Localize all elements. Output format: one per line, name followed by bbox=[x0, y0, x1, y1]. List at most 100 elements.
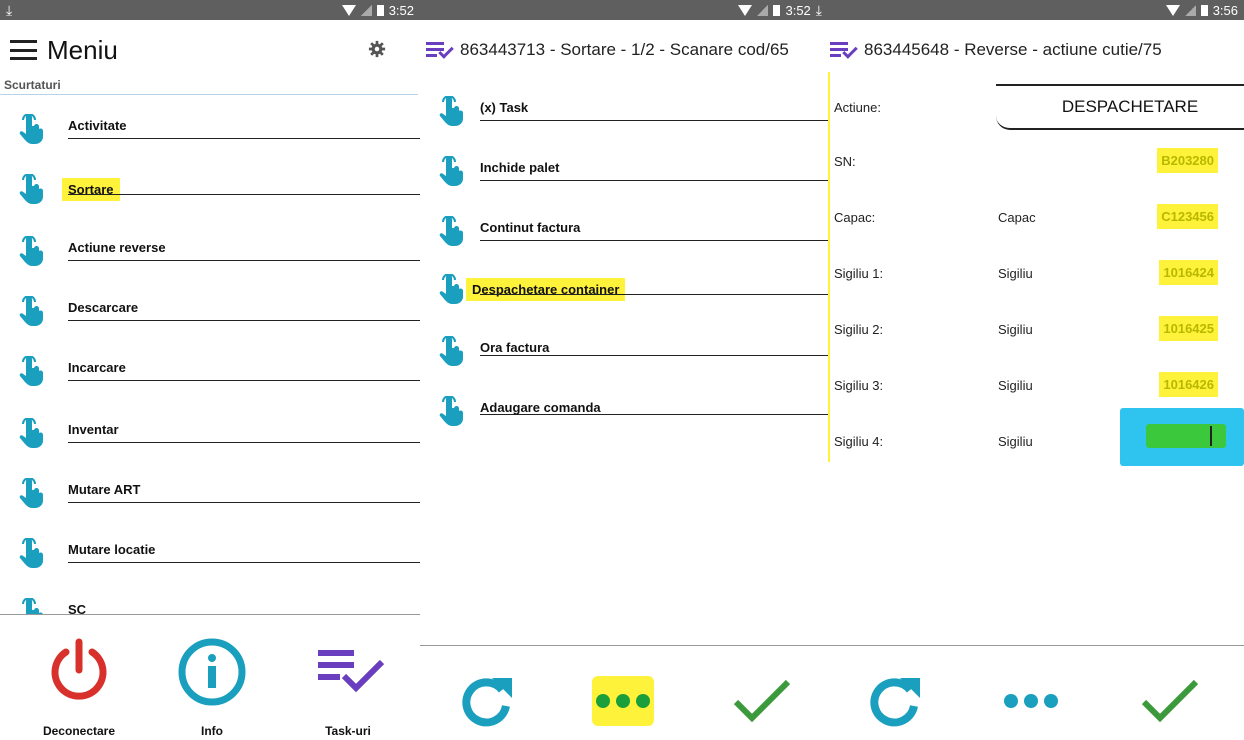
refresh-button[interactable] bbox=[864, 672, 924, 732]
field-value[interactable]: 1016425 bbox=[1159, 316, 1218, 341]
power-icon bbox=[51, 638, 107, 700]
app-bar: 863445648 - Reverse - actiune cutie/75 bbox=[828, 28, 1244, 72]
field-label: Sigiliu 3: bbox=[834, 378, 884, 393]
touch-hand-icon bbox=[438, 156, 464, 186]
more-options-button[interactable] bbox=[1000, 676, 1062, 726]
task-item-x-task[interactable]: (x) Task bbox=[420, 90, 828, 140]
field-value[interactable]: 1016426 bbox=[1159, 372, 1218, 397]
field-sigiliu-4[interactable]: Sigiliu 4: Sigiliu bbox=[828, 408, 1244, 466]
menu-item-sc[interactable]: SC bbox=[0, 592, 420, 614]
page-title: 863443713 - Sortare - 1/2 - Scanare cod/… bbox=[460, 40, 789, 59]
field-value[interactable]: 1016424 bbox=[1159, 260, 1218, 285]
page-title: Meniu bbox=[47, 34, 118, 65]
field-placeholder: Sigiliu bbox=[998, 378, 1033, 393]
menu-item-label: Descarcare bbox=[68, 300, 139, 315]
refresh-icon bbox=[870, 678, 920, 727]
logout-button[interactable]: Deconectare bbox=[43, 636, 115, 738]
menu-item-descarcare[interactable]: Descarcare bbox=[0, 290, 420, 340]
divider bbox=[0, 94, 418, 95]
touch-hand-icon bbox=[18, 478, 44, 508]
wifi-icon bbox=[738, 4, 753, 16]
field-label: Capac: bbox=[834, 210, 876, 225]
field-sigiliu-2[interactable]: Sigiliu 2: Sigiliu 1016425 bbox=[828, 310, 1244, 350]
action-selected-value: DESPACHETARE bbox=[1061, 97, 1199, 116]
more-options-button[interactable] bbox=[592, 676, 654, 726]
task-item-despachetare-container[interactable]: Despachetare container bbox=[420, 268, 828, 318]
field-sigiliu-3[interactable]: Sigiliu 3: Sigiliu 1016426 bbox=[828, 366, 1244, 406]
menu-item-mutare-art[interactable]: Mutare ART bbox=[0, 472, 420, 522]
more-dots-icon bbox=[592, 676, 654, 726]
divider bbox=[828, 645, 1244, 646]
task-item-label: Continut factura bbox=[480, 220, 581, 235]
field-value[interactable]: B203280 bbox=[1157, 148, 1218, 173]
battery-icon bbox=[773, 4, 781, 16]
menu-item-mutare-locatie[interactable]: Mutare locatie bbox=[0, 532, 420, 582]
touch-hand-icon bbox=[18, 538, 44, 568]
confirm-button[interactable] bbox=[1140, 676, 1200, 726]
hamburger-menu-icon[interactable] bbox=[10, 40, 37, 60]
menu-item-label: Inventar bbox=[68, 422, 119, 437]
clock: 3:56 bbox=[1212, 2, 1238, 18]
menu-item-sortare[interactable]: Sortare bbox=[0, 168, 420, 218]
refresh-button[interactable] bbox=[456, 672, 516, 732]
menu-item-label: Mutare ART bbox=[68, 482, 141, 497]
menu-item-label: Sortare bbox=[62, 178, 120, 201]
input-text-highlight bbox=[1146, 424, 1226, 448]
menu-item-actiune-reverse[interactable]: Actiune reverse bbox=[0, 230, 420, 280]
task-list-icon[interactable] bbox=[830, 40, 858, 60]
touch-hand-icon bbox=[18, 174, 44, 204]
task-list-icon bbox=[318, 650, 385, 693]
confirm-button[interactable] bbox=[732, 676, 792, 726]
touch-hand-icon bbox=[438, 336, 464, 366]
gear-icon[interactable] bbox=[368, 40, 386, 58]
wifi-icon bbox=[1165, 4, 1180, 16]
menu-item-label: Mutare locatie bbox=[68, 542, 156, 557]
field-placeholder: Sigiliu bbox=[998, 322, 1033, 337]
action-row: Actiune: DESPACHETARE bbox=[828, 84, 1244, 134]
task-item-adaugare-comanda[interactable]: Adaugare comanda bbox=[420, 390, 828, 440]
active-input-field[interactable] bbox=[1120, 408, 1244, 466]
field-sigiliu-1[interactable]: Sigiliu 1: Sigiliu 1016424 bbox=[828, 254, 1244, 294]
tasks-label: Task-uri bbox=[325, 724, 371, 738]
menu-item-activitate[interactable]: Activitate bbox=[0, 108, 420, 158]
menu-item-inventar[interactable]: Inventar bbox=[0, 412, 420, 462]
status-bar: 3:56 bbox=[828, 0, 1244, 20]
field-label: Sigiliu 2: bbox=[834, 322, 884, 337]
task-item-inchide-palet[interactable]: Inchide palet bbox=[420, 150, 828, 200]
tasks-button[interactable]: Task-uri bbox=[310, 646, 386, 738]
refresh-icon bbox=[462, 678, 512, 727]
task-list-icon[interactable] bbox=[426, 40, 454, 60]
app-bar: 863443713 - Sortare - 1/2 - Scanare cod/… bbox=[420, 28, 828, 72]
action-dropdown[interactable]: DESPACHETARE bbox=[996, 84, 1244, 130]
shortcuts-heading: Scurtaturi bbox=[4, 78, 61, 92]
text-cursor bbox=[1210, 426, 1212, 446]
field-capac[interactable]: Capac: Capac C123456 bbox=[828, 198, 1244, 238]
clock: 3:52 bbox=[388, 2, 414, 18]
touch-hand-icon bbox=[438, 396, 464, 426]
field-label: Sigiliu 4: bbox=[834, 434, 884, 449]
task-item-continut-factura[interactable]: Continut factura bbox=[420, 210, 828, 260]
menu-item-label: Actiune reverse bbox=[68, 240, 166, 255]
app-bar: Meniu bbox=[0, 28, 420, 72]
touch-hand-icon bbox=[18, 598, 44, 614]
touch-hand-icon bbox=[438, 274, 464, 304]
divider bbox=[0, 614, 420, 615]
divider bbox=[420, 645, 828, 646]
status-bar: 3:52 ⤓ bbox=[420, 0, 828, 20]
touch-hand-icon bbox=[438, 96, 464, 126]
signal-icon bbox=[1184, 4, 1196, 16]
info-button[interactable]: Info bbox=[176, 636, 248, 738]
task-item-ora-factura[interactable]: Ora factura bbox=[420, 330, 828, 380]
main-menu-panel: ⤓ 3:52 Meniu Scurtaturi Activitate Sorta… bbox=[0, 0, 420, 740]
touch-hand-icon bbox=[438, 216, 464, 246]
clock: 3:52 bbox=[785, 2, 811, 18]
field-value[interactable]: C123456 bbox=[1157, 204, 1218, 229]
reverse-action-panel: 3:56 863445648 - Reverse - actiune cutie… bbox=[828, 0, 1244, 740]
touch-hand-icon bbox=[18, 236, 44, 266]
sort-task-panel: 3:52 ⤓ 863443713 - Sortare - 1/2 - Scana… bbox=[420, 0, 828, 740]
menu-item-incarcare[interactable]: Incarcare bbox=[0, 350, 420, 400]
download-icon: ⤓ bbox=[6, 1, 13, 18]
touch-hand-icon bbox=[18, 418, 44, 448]
field-sn[interactable]: SN: B203280 bbox=[828, 142, 1244, 182]
field-placeholder: Sigiliu bbox=[998, 266, 1033, 281]
